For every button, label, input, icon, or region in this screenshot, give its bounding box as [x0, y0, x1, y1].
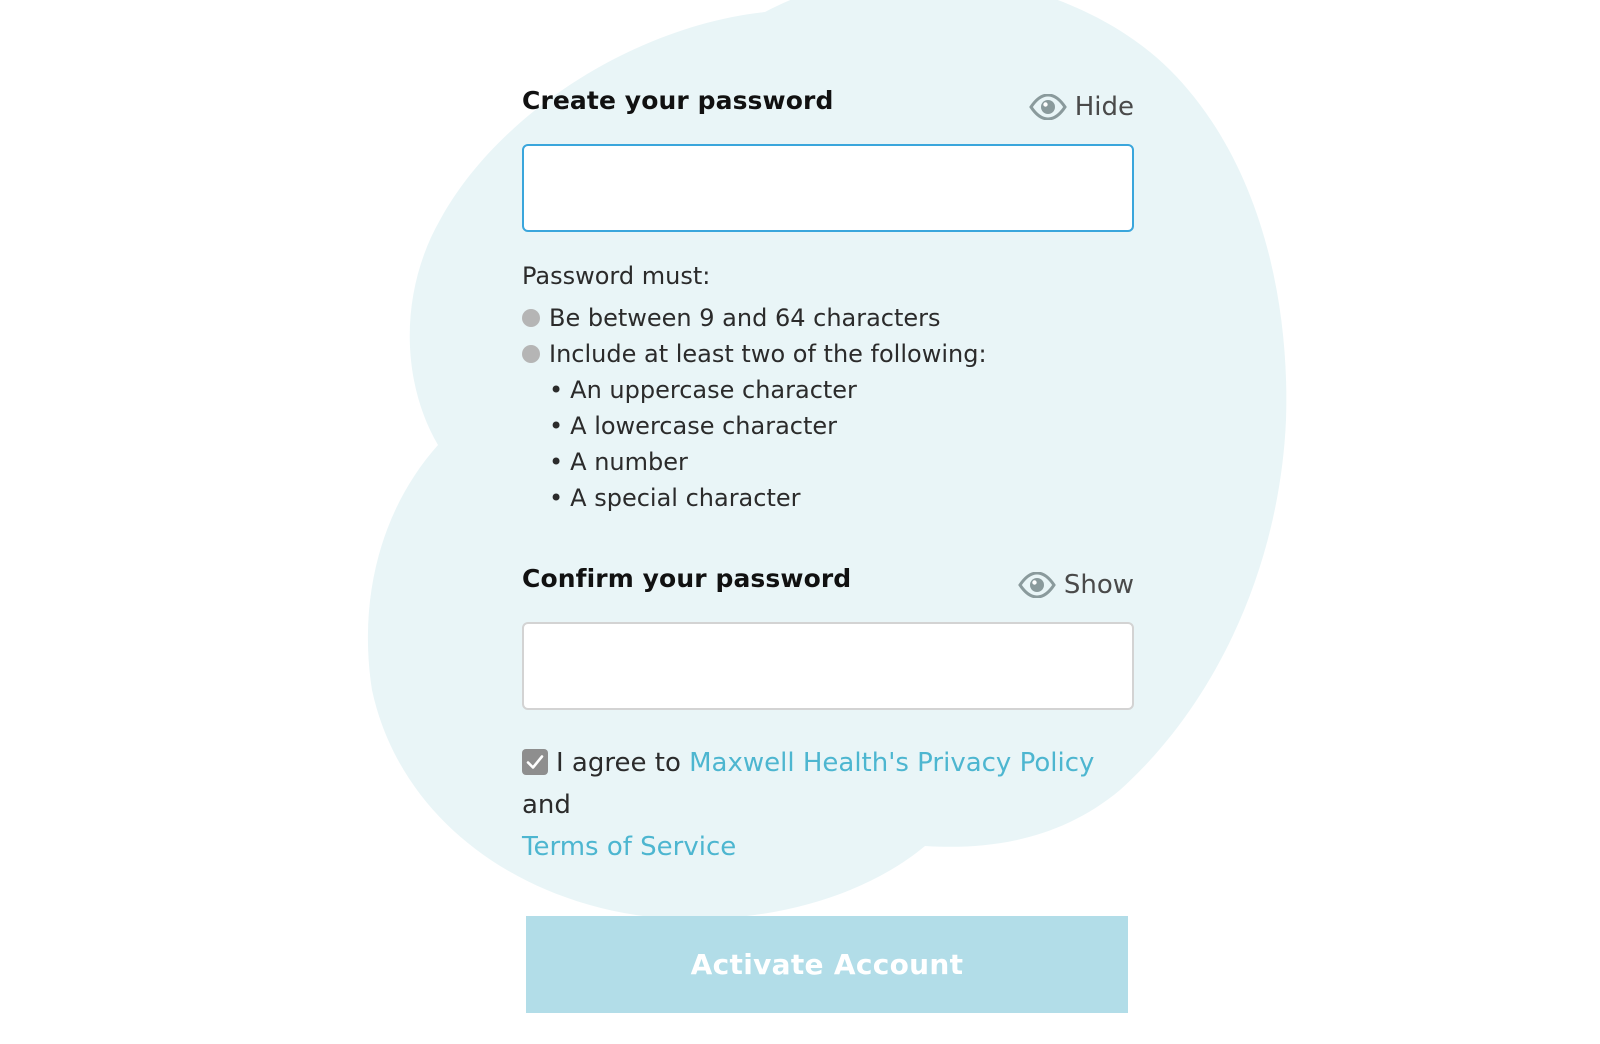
confirm-password-label: Confirm your password	[522, 564, 852, 593]
confirm-password-header: Confirm your password Show	[522, 564, 1134, 604]
agree-prefix-text: I agree to	[556, 748, 690, 778]
requirement-text: Be between 9 and 64 characters	[549, 304, 941, 332]
sub-requirement-text: An uppercase character	[570, 376, 857, 404]
eye-icon	[1018, 572, 1056, 598]
hide-password-label: Hide	[1074, 92, 1134, 122]
show-password-label: Show	[1063, 570, 1134, 600]
activate-account-button[interactable]: Activate Account	[526, 916, 1128, 1013]
eye-icon	[1028, 94, 1067, 120]
hide-password-toggle[interactable]: Hide	[1028, 92, 1134, 122]
bullet: •	[549, 484, 564, 512]
terms-of-service-link[interactable]: Terms of Service	[522, 832, 736, 862]
sub-requirement-special: • A special character	[549, 484, 801, 512]
privacy-policy-link[interactable]: Maxwell Health's Privacy Policy	[689, 748, 1094, 778]
activation-page: Create your password Hide Password must:…	[0, 0, 1600, 1044]
checkmark-icon	[526, 755, 544, 769]
requirement-character-types: Include at least two of the following:	[522, 340, 987, 368]
bullet: •	[549, 448, 564, 476]
create-password-header: Create your password Hide	[522, 86, 1134, 126]
create-password-input[interactable]	[522, 144, 1134, 232]
sub-requirement-text: A special character	[570, 484, 801, 512]
sub-requirement-text: A number	[570, 448, 688, 476]
terms-agreement: I agree to Maxwell Health's Privacy Poli…	[522, 742, 1134, 868]
create-password-label: Create your password	[522, 86, 834, 115]
sub-requirement-uppercase: • An uppercase character	[549, 376, 857, 404]
confirm-password-input[interactable]	[522, 622, 1134, 710]
agree-checkbox[interactable]	[522, 749, 548, 775]
requirement-length: Be between 9 and 64 characters	[522, 304, 941, 332]
sub-requirement-text: A lowercase character	[570, 412, 838, 440]
sub-requirement-lowercase: • A lowercase character	[549, 412, 837, 440]
requirement-status-dot	[522, 309, 540, 327]
bullet: •	[549, 376, 564, 404]
sub-requirement-number: • A number	[549, 448, 688, 476]
show-password-toggle[interactable]: Show	[1018, 570, 1134, 600]
agree-middle-text: and	[522, 790, 571, 820]
requirements-title: Password must:	[522, 262, 711, 290]
requirement-status-dot	[522, 345, 540, 363]
requirement-text: Include at least two of the following:	[549, 340, 987, 368]
bullet: •	[549, 412, 564, 440]
